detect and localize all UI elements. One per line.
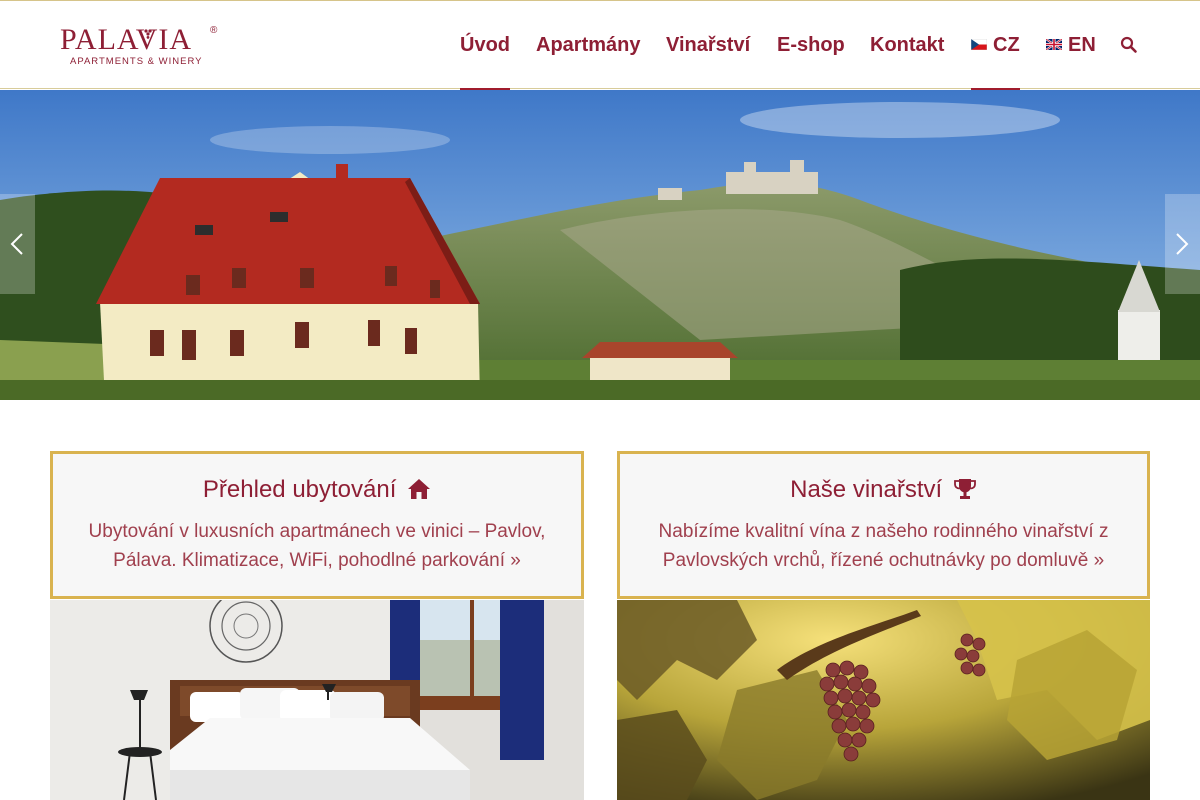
winery-card-text: Nabízíme kvalitní vína z našeho rodinnéh… <box>658 521 1109 571</box>
slider-prev-button[interactable] <box>0 194 35 294</box>
nav-item-vinarstvi[interactable]: Vinařství <box>666 1 750 89</box>
language-cz[interactable]: CZ <box>971 1 1020 90</box>
nav-item-uvod[interactable]: Úvod <box>460 1 510 90</box>
grapes-image <box>617 600 1150 800</box>
accommodation-card-text: Ubytování v luxusních apartmánech ve vin… <box>88 521 546 571</box>
winery-grapes-photo[interactable] <box>617 600 1150 800</box>
logo-wordmark: PALAVIA <box>60 23 193 56</box>
bedroom-image <box>50 600 584 800</box>
nav-item-apartmany[interactable]: Apartmány <box>536 1 640 89</box>
accommodation-card-title-text: Přehled ubytování <box>202 476 397 503</box>
czech-flag-icon <box>971 38 987 50</box>
trophy-icon <box>953 479 976 499</box>
uk-flag-icon <box>1046 38 1062 50</box>
site-logo[interactable]: PALAVIA ® APARTMENTS & WINERY <box>60 23 220 69</box>
nav-item-kontakt[interactable]: Kontakt <box>870 1 944 89</box>
accommodation-card[interactable]: Přehled ubytování Ubytování v luxusních … <box>50 451 584 599</box>
hero-image <box>0 90 1200 400</box>
language-en-label: EN <box>1068 34 1096 56</box>
slider-next-button[interactable] <box>1165 194 1200 294</box>
chevron-left-icon <box>10 233 23 255</box>
apartment-bedroom-photo[interactable] <box>50 600 584 800</box>
language-en[interactable]: EN <box>1046 1 1096 89</box>
winery-card-title: Naše vinařství <box>620 475 1147 505</box>
grape-icon <box>144 29 152 39</box>
winery-card-title-text: Naše vinařství <box>790 476 943 503</box>
hero-slider <box>0 90 1200 400</box>
search-icon[interactable] <box>1120 36 1138 54</box>
winery-card[interactable]: Naše vinařství Nabízíme kvalitní vína z … <box>617 451 1150 599</box>
home-icon <box>408 479 431 499</box>
site-header: PALAVIA ® APARTMENTS & WINERY Úvod Apart… <box>0 1 1200 90</box>
language-cz-label: CZ <box>993 34 1020 56</box>
logo-registered-mark: ® <box>210 25 218 36</box>
logo-tagline: APARTMENTS & WINERY <box>70 56 203 67</box>
chevron-right-icon <box>1176 233 1189 255</box>
accommodation-card-title: Přehled ubytování <box>53 475 581 505</box>
nav-item-eshop[interactable]: E-shop <box>777 1 845 89</box>
